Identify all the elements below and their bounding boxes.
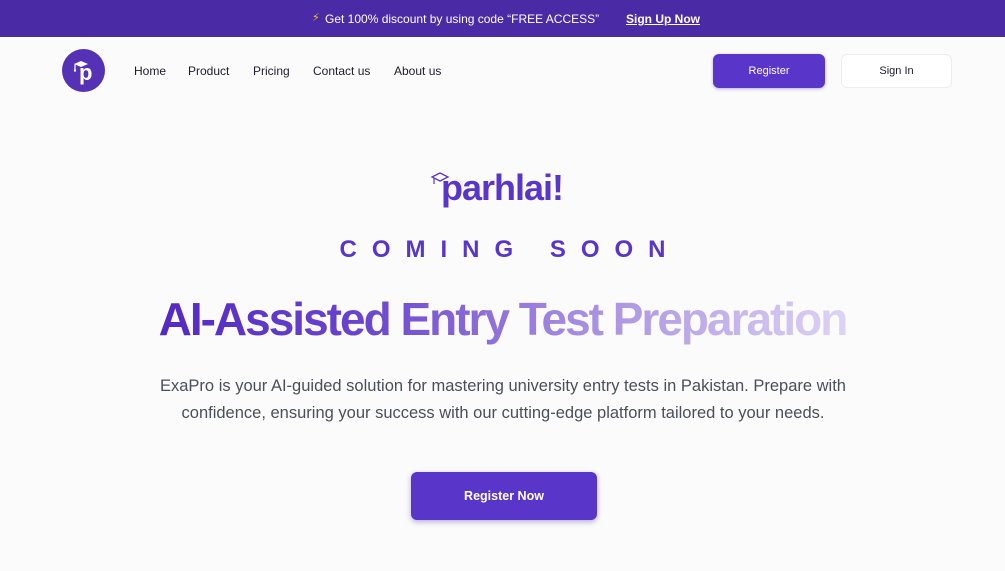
nav-product[interactable]: Product — [188, 64, 229, 78]
logo-letter: p — [79, 60, 92, 85]
hero-headline: AI-Assisted Entry Test Preparation — [0, 290, 1005, 348]
logo[interactable]: p — [62, 49, 105, 92]
nav-home[interactable]: Home — [134, 64, 166, 78]
graduation-cap-icon: p — [73, 60, 92, 85]
register-button[interactable]: Register — [713, 54, 825, 88]
register-now-button[interactable]: Register Now — [411, 472, 597, 520]
brand-name: parhlai! — [441, 167, 564, 208]
hero-headline-text: AI-Assisted Entry Test Preparation — [158, 293, 849, 345]
sign-up-now-link[interactable]: Sign Up Now — [626, 12, 700, 26]
sign-in-button[interactable]: Sign In — [841, 54, 952, 88]
nav-contact-us[interactable]: Contact us — [313, 64, 370, 78]
lightning-icon: ⚡ — [312, 12, 320, 24]
nav-pricing[interactable]: Pricing — [253, 64, 290, 78]
nav-about-us[interactable]: About us — [394, 64, 441, 78]
hero-description: ExaPro is your AI-guided solution for ma… — [160, 377, 846, 422]
coming-soon-heading: COMING SOON — [339, 236, 681, 263]
promo-text: Get 100% discount by using code “FREE AC… — [325, 12, 600, 26]
brand-wordmark: parhlai! — [430, 166, 580, 212]
promo-banner: ⚡ Get 100% discount by using code “FREE … — [0, 0, 1005, 37]
